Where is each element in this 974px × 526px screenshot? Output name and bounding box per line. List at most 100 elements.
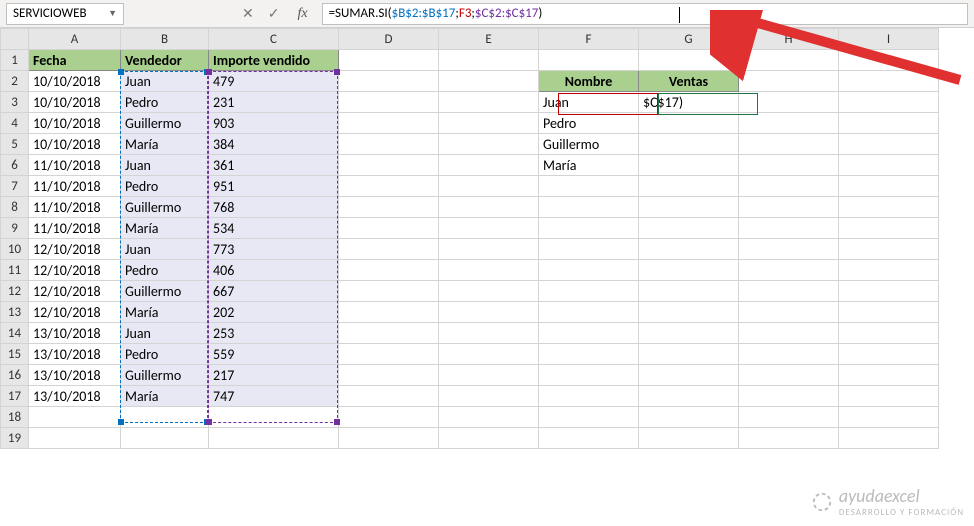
cell-E4[interactable] (439, 113, 539, 134)
cell-E12[interactable] (439, 281, 539, 302)
cell-F11[interactable] (539, 260, 639, 281)
cell-A3[interactable]: 10/10/2018 (29, 92, 121, 113)
cell-I7[interactable] (839, 176, 939, 197)
row-header-1[interactable]: 1 (1, 50, 29, 71)
cell-A2[interactable]: 10/10/2018 (29, 71, 121, 92)
cell-I6[interactable] (839, 155, 939, 176)
cell-D13[interactable] (339, 302, 439, 323)
cell-C18[interactable] (209, 407, 339, 428)
cell-D14[interactable] (339, 323, 439, 344)
cell-E19[interactable] (439, 428, 539, 449)
cell-F6[interactable]: María (539, 155, 639, 176)
cell-F2[interactable]: Nombre (539, 71, 639, 92)
fx-icon[interactable]: fx (297, 6, 307, 22)
cell-H11[interactable] (739, 260, 839, 281)
cell-H3[interactable] (739, 92, 839, 113)
cell-B16[interactable]: Guillermo (121, 365, 209, 386)
select-all-corner[interactable] (1, 29, 29, 50)
cell-G11[interactable] (639, 260, 739, 281)
cell-B4[interactable]: Guillermo (121, 113, 209, 134)
cell-B3[interactable]: Pedro (121, 92, 209, 113)
row-header-7[interactable]: 7 (1, 176, 29, 197)
cell-F16[interactable] (539, 365, 639, 386)
cell-D11[interactable] (339, 260, 439, 281)
cell-G14[interactable] (639, 323, 739, 344)
cell-E1[interactable] (439, 50, 539, 71)
cell-F13[interactable] (539, 302, 639, 323)
cell-F18[interactable] (539, 407, 639, 428)
cell-H18[interactable] (739, 407, 839, 428)
cell-D15[interactable] (339, 344, 439, 365)
cell-B15[interactable]: Pedro (121, 344, 209, 365)
cell-B2[interactable]: Juan (121, 71, 209, 92)
cell-D18[interactable] (339, 407, 439, 428)
cell-B8[interactable]: Guillermo (121, 197, 209, 218)
row-header-10[interactable]: 10 (1, 239, 29, 260)
cell-F3[interactable]: Juan (539, 92, 639, 113)
row-header-15[interactable]: 15 (1, 344, 29, 365)
cell-G5[interactable] (639, 134, 739, 155)
cell-B10[interactable]: Juan (121, 239, 209, 260)
cell-D3[interactable] (339, 92, 439, 113)
cell-F7[interactable] (539, 176, 639, 197)
cell-C9[interactable]: 534 (209, 218, 339, 239)
cell-G1[interactable] (639, 50, 739, 71)
cell-G18[interactable] (639, 407, 739, 428)
cell-D1[interactable] (339, 50, 439, 71)
cell-B12[interactable]: Guillermo (121, 281, 209, 302)
cell-G6[interactable] (639, 155, 739, 176)
cell-C2[interactable]: 479 (209, 71, 339, 92)
cell-C5[interactable]: 384 (209, 134, 339, 155)
cell-G4[interactable] (639, 113, 739, 134)
cell-A19[interactable] (29, 428, 121, 449)
cell-A17[interactable]: 13/10/2018 (29, 386, 121, 407)
cell-G9[interactable] (639, 218, 739, 239)
cell-C3[interactable]: 231 (209, 92, 339, 113)
row-header-16[interactable]: 16 (1, 365, 29, 386)
cell-G19[interactable] (639, 428, 739, 449)
cell-D16[interactable] (339, 365, 439, 386)
cell-E14[interactable] (439, 323, 539, 344)
col-header-H[interactable]: H (739, 29, 839, 50)
cell-G7[interactable] (639, 176, 739, 197)
cell-F14[interactable] (539, 323, 639, 344)
cell-F15[interactable] (539, 344, 639, 365)
cell-E13[interactable] (439, 302, 539, 323)
cell-A16[interactable]: 13/10/2018 (29, 365, 121, 386)
row-header-2[interactable]: 2 (1, 71, 29, 92)
cell-B6[interactable]: Juan (121, 155, 209, 176)
cell-I1[interactable] (839, 50, 939, 71)
col-header-E[interactable]: E (439, 29, 539, 50)
col-header-B[interactable]: B (121, 29, 209, 50)
cell-G3[interactable]: $C$17) (639, 92, 739, 113)
cell-H10[interactable] (739, 239, 839, 260)
row-header-17[interactable]: 17 (1, 386, 29, 407)
row-header-19[interactable]: 19 (1, 428, 29, 449)
cell-G8[interactable] (639, 197, 739, 218)
cell-H13[interactable] (739, 302, 839, 323)
cell-A7[interactable]: 11/10/2018 (29, 176, 121, 197)
cell-C11[interactable]: 406 (209, 260, 339, 281)
row-header-6[interactable]: 6 (1, 155, 29, 176)
cell-C6[interactable]: 361 (209, 155, 339, 176)
cell-I5[interactable] (839, 134, 939, 155)
cell-B1[interactable]: Vendedor (121, 50, 209, 71)
cell-I11[interactable] (839, 260, 939, 281)
cell-B17[interactable]: María (121, 386, 209, 407)
cell-G13[interactable] (639, 302, 739, 323)
cell-E5[interactable] (439, 134, 539, 155)
cell-I18[interactable] (839, 407, 939, 428)
col-header-I[interactable]: I (839, 29, 939, 50)
col-header-D[interactable]: D (339, 29, 439, 50)
cell-H19[interactable] (739, 428, 839, 449)
cell-H7[interactable] (739, 176, 839, 197)
row-header-9[interactable]: 9 (1, 218, 29, 239)
cell-G16[interactable] (639, 365, 739, 386)
cell-B13[interactable]: María (121, 302, 209, 323)
cell-I10[interactable] (839, 239, 939, 260)
cell-I8[interactable] (839, 197, 939, 218)
cell-F9[interactable] (539, 218, 639, 239)
col-header-F[interactable]: F (539, 29, 639, 50)
cell-F5[interactable]: Guillermo (539, 134, 639, 155)
cell-B5[interactable]: María (121, 134, 209, 155)
